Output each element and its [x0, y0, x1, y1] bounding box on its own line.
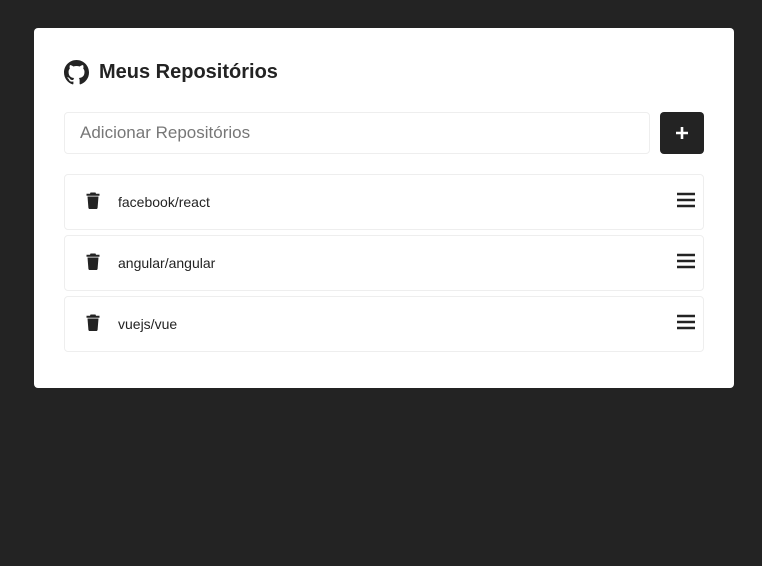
menu-icon[interactable] [676, 313, 696, 331]
trash-icon[interactable] [85, 191, 101, 209]
trash-icon[interactable] [85, 252, 101, 270]
plus-icon [675, 126, 689, 140]
repository-name[interactable]: facebook/react [118, 194, 676, 210]
repository-name[interactable]: vuejs/vue [118, 316, 676, 332]
page-header: Meus Repositórios [64, 57, 704, 87]
repositories-card: Meus Repositórios facebook/react angular… [34, 28, 734, 388]
repository-name[interactable]: angular/angular [118, 255, 676, 271]
menu-icon[interactable] [676, 191, 696, 209]
trash-icon[interactable] [85, 313, 101, 331]
list-item: angular/angular [64, 235, 704, 291]
menu-icon[interactable] [676, 252, 696, 270]
repository-input[interactable] [64, 112, 650, 154]
list-item: vuejs/vue [64, 296, 704, 352]
add-repository-button[interactable] [660, 112, 704, 154]
add-repository-form [64, 112, 704, 154]
repository-list: facebook/react angular/angular vuejs/vue [64, 174, 704, 352]
github-icon [64, 59, 89, 85]
page-title: Meus Repositórios [99, 60, 278, 83]
list-item: facebook/react [64, 174, 704, 230]
